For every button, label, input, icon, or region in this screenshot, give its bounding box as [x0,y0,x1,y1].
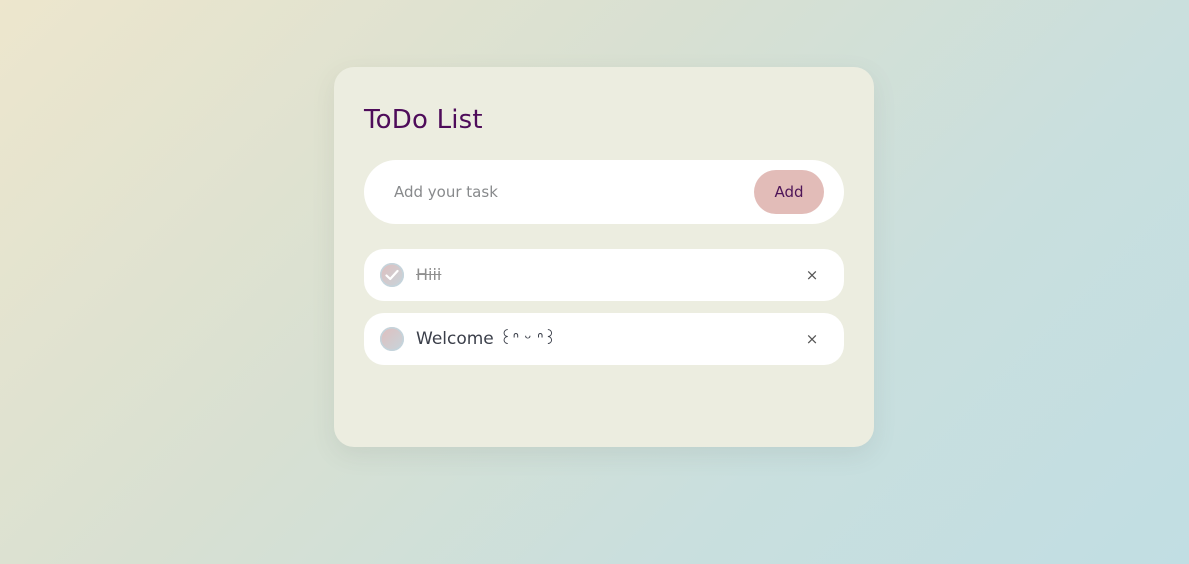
todo-item[interactable]: Hiii × [364,249,844,301]
new-task-row: Add [364,160,844,224]
todo-item[interactable]: Welcome ꒰ᐢ ᵕ ᐢ꒱ × [364,313,844,365]
task-checkbox[interactable] [380,263,404,287]
task-checkbox[interactable] [380,327,404,351]
delete-button[interactable]: × [800,263,824,287]
check-icon [385,269,399,281]
task-input[interactable] [394,160,734,224]
todo-list: Hiii × Welcome ꒰ᐢ ᵕ ᐢ꒱ × [364,249,844,377]
add-button[interactable]: Add [754,170,824,214]
page-title: ToDo List [364,105,483,135]
todo-text: Hiii [416,265,442,284]
delete-button[interactable]: × [800,327,824,351]
todo-card: ToDo List Add Hiii × Welcome ꒰ᐢ ᵕ ᐢ꒱ × [334,67,874,447]
todo-text: Welcome ꒰ᐢ ᵕ ᐢ꒱ [416,329,557,349]
